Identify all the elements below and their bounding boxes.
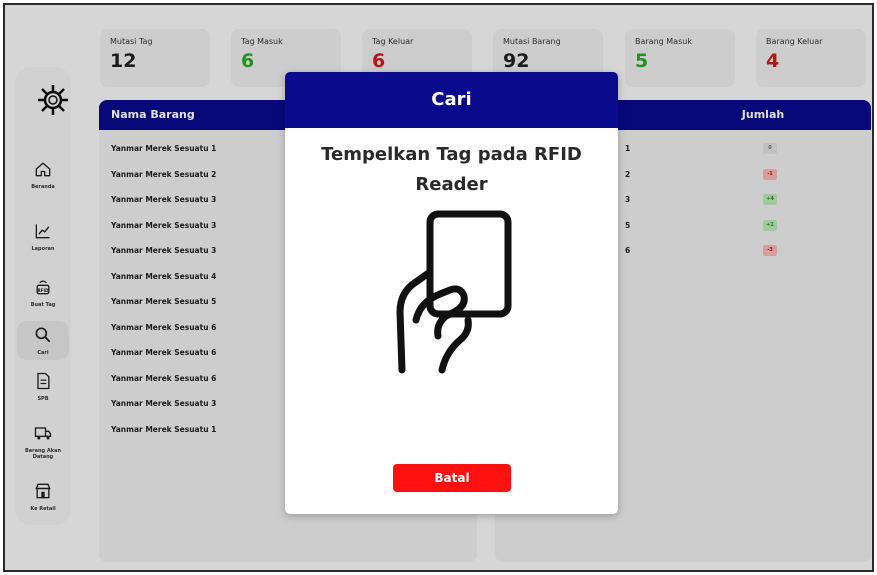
cancel-button[interactable]: Batal [393,464,511,492]
dashboard: Beranda Laporan RFID Buat Tag Cari SPB Barang … [5,5,872,570]
app-window: Beranda Laporan RFID Buat Tag Cari SPB Barang … [3,3,874,572]
modal-message: Tempelkan Tag pada RFID Reader [321,144,582,195]
hand-holding-card-icon [380,202,530,392]
search-modal: Cari Tempelkan Tag pada RFID Reader Bata… [285,72,618,514]
modal-title: Cari [285,72,618,128]
